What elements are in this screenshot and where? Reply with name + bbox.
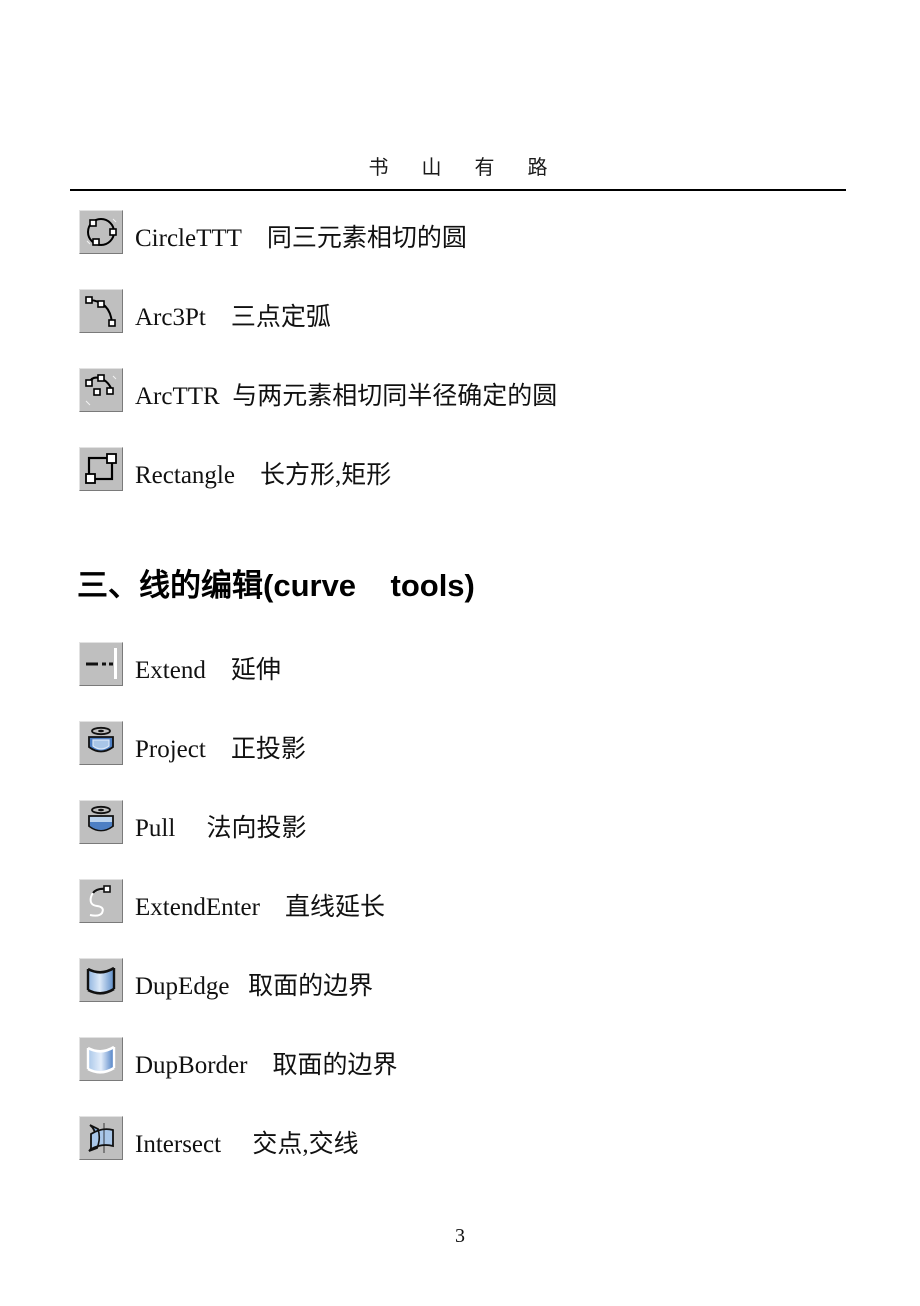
list-item-text: Rectangle 长方形,矩形 bbox=[123, 462, 391, 490]
list-item: ExtendEnter 直线延长 bbox=[79, 878, 385, 924]
tool-gap bbox=[175, 815, 206, 843]
page-number: 3 bbox=[455, 1225, 465, 1247]
tool-name: Pull bbox=[135, 815, 176, 842]
list-item-text: ExtendEnter 直线延长 bbox=[123, 894, 385, 922]
pull-icon bbox=[79, 800, 123, 844]
tool-description: 法向投影 bbox=[206, 815, 307, 842]
tool-gap bbox=[206, 736, 231, 764]
section-heading: 三、线的编辑(curve tools) bbox=[77, 568, 475, 603]
tool-name: Extend bbox=[135, 657, 206, 684]
tool-description: 取面的边界 bbox=[248, 973, 374, 1000]
document-page: 书 山 有 路 CircleTTT 同三元素相切的圆 Arc3Pt 三点定弧 A… bbox=[0, 0, 920, 1306]
list-item: CircleTTT 同三元素相切的圆 bbox=[79, 209, 467, 255]
tool-description: 正投影 bbox=[230, 736, 306, 763]
tool-gap bbox=[220, 383, 233, 411]
tool-name: Rectangle bbox=[135, 462, 235, 489]
tool-name: CircleTTT bbox=[135, 225, 242, 252]
tool-gap bbox=[221, 1131, 252, 1159]
list-item-text: CircleTTT 同三元素相切的圆 bbox=[123, 225, 467, 253]
tool-description: 取面的边界 bbox=[272, 1052, 398, 1079]
extend-enter-icon bbox=[79, 879, 123, 923]
tool-gap bbox=[242, 225, 267, 253]
list-item: Pull 法向投影 bbox=[79, 799, 307, 845]
tool-gap bbox=[206, 657, 231, 685]
list-item-text: Extend 延伸 bbox=[123, 657, 281, 685]
list-item-text: Project 正投影 bbox=[123, 736, 306, 764]
tool-description: 同三元素相切的圆 bbox=[266, 225, 467, 252]
list-item-text: Pull 法向投影 bbox=[123, 815, 307, 843]
tool-description: 延伸 bbox=[230, 657, 281, 684]
list-item-text: DupBorder 取面的边界 bbox=[123, 1052, 398, 1080]
list-item: Project 正投影 bbox=[79, 720, 306, 766]
arc-3pt-icon bbox=[79, 289, 123, 333]
tool-gap bbox=[260, 894, 285, 922]
dup-border-icon bbox=[79, 1037, 123, 1081]
list-item-text: ArcTTR 与两元素相切同半径确定的圆 bbox=[123, 383, 557, 411]
tool-name: DupBorder bbox=[135, 1052, 248, 1079]
list-item-text: Arc3Pt 三点定弧 bbox=[123, 304, 331, 332]
list-item: DupBorder 取面的边界 bbox=[79, 1036, 398, 1082]
list-item: Rectangle 长方形,矩形 bbox=[79, 446, 391, 492]
list-item: ArcTTR 与两元素相切同半径确定的圆 bbox=[79, 367, 557, 413]
rectangle-icon bbox=[79, 447, 123, 491]
tool-name: ArcTTR bbox=[135, 383, 220, 410]
tool-gap bbox=[206, 304, 231, 332]
arc-ttr-icon bbox=[79, 368, 123, 412]
tool-description: 与两元素相切同半径确定的圆 bbox=[232, 383, 558, 410]
tool-name: Intersect bbox=[135, 1131, 222, 1158]
tool-description: 长方形,矩形 bbox=[259, 462, 392, 489]
circle-ttt-icon bbox=[79, 210, 123, 254]
list-item: Intersect 交点,交线 bbox=[79, 1115, 359, 1161]
dup-edge-icon bbox=[79, 958, 123, 1002]
list-item: Extend 延伸 bbox=[79, 641, 281, 687]
tool-name: Project bbox=[135, 736, 206, 763]
tool-gap bbox=[247, 1052, 272, 1080]
tool-name: ExtendEnter bbox=[135, 894, 260, 921]
tool-gap bbox=[235, 462, 260, 490]
running-header: 书 山 有 路 bbox=[368, 157, 562, 179]
list-item-text: DupEdge 取面的边界 bbox=[123, 973, 373, 1001]
project-icon bbox=[79, 721, 123, 765]
tool-name: Arc3Pt bbox=[135, 304, 206, 331]
tool-gap bbox=[229, 973, 248, 1001]
extend-icon bbox=[79, 642, 123, 686]
tool-description: 直线延长 bbox=[284, 894, 385, 921]
header-divider bbox=[70, 189, 846, 191]
list-item: Arc3Pt 三点定弧 bbox=[79, 288, 331, 334]
intersect-icon bbox=[79, 1116, 123, 1160]
tool-description: 交点,交线 bbox=[252, 1131, 359, 1158]
list-item: DupEdge 取面的边界 bbox=[79, 957, 373, 1003]
tool-name: DupEdge bbox=[135, 973, 230, 1000]
list-item-text: Intersect 交点,交线 bbox=[123, 1131, 359, 1159]
tool-description: 三点定弧 bbox=[230, 304, 331, 331]
